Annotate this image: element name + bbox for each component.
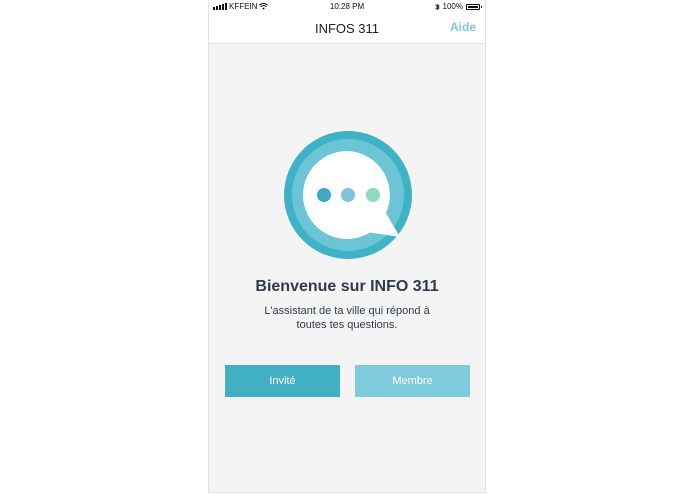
typing-dot-1 — [317, 188, 331, 202]
battery-icon — [466, 3, 482, 10]
status-right: 100% — [434, 2, 482, 11]
welcome-subtitle-line-1: L'assistant de ta ville qui répond à — [264, 305, 430, 317]
welcome-title: Bienvenue sur INFO 311 — [255, 278, 439, 295]
phone-screen: KFFEIN 10:28 PM 100% INFOS 311 Aide Bien… — [208, 0, 486, 493]
status-bar: KFFEIN 10:28 PM 100% — [209, 0, 485, 13]
typing-dot-2 — [341, 188, 355, 202]
typing-dot-3 — [366, 188, 380, 202]
welcome-subtitle: L'assistant de ta ville qui répond à tou… — [249, 304, 445, 332]
chat-bubble-logo-icon — [284, 131, 412, 259]
member-button[interactable]: Membre — [355, 365, 470, 397]
page-title: INFOS 311 — [314, 21, 380, 36]
nav-bar: INFOS 311 Aide — [209, 13, 485, 44]
guest-button[interactable]: Invité — [225, 365, 340, 397]
battery-percent: 100% — [442, 2, 463, 11]
welcome-subtitle-line-2: toutes tes questions. — [296, 319, 398, 331]
help-link[interactable]: Aide — [450, 20, 476, 34]
bluetooth-icon — [434, 2, 440, 11]
